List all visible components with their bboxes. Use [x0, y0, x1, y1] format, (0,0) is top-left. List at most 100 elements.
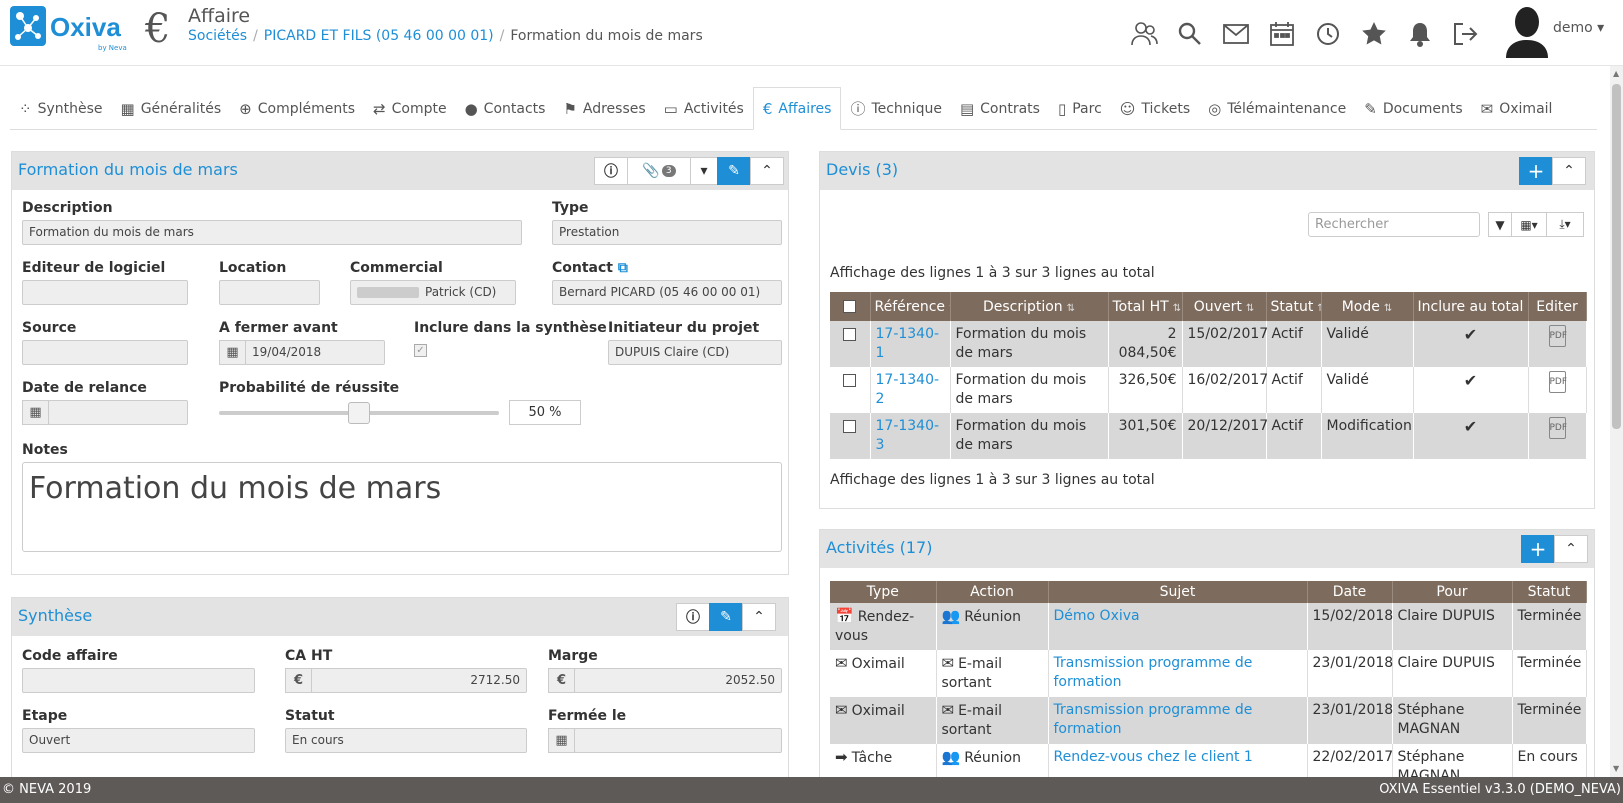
- oxiva-logo[interactable]: Oxiva by Neva: [10, 6, 132, 54]
- devis-ref-link[interactable]: 17-1340-3: [876, 418, 940, 453]
- external-link-icon[interactable]: ⧉: [618, 260, 628, 276]
- inclure-checkbox[interactable]: ✓: [414, 344, 427, 357]
- editeur-field[interactable]: [22, 280, 188, 305]
- devis-search-input[interactable]: Rechercher: [1308, 212, 1480, 237]
- collapse-button[interactable]: ⌃: [750, 157, 784, 185]
- tab-affaires[interactable]: € Affaires: [752, 87, 842, 130]
- calendar-icon[interactable]: ▦: [22, 400, 49, 425]
- statut-field[interactable]: En cours: [285, 728, 527, 753]
- calendar-icon[interactable]: ▦: [219, 340, 246, 365]
- mail-icon[interactable]: [1218, 17, 1254, 51]
- logout-icon[interactable]: [1448, 17, 1484, 51]
- marge-field[interactable]: 2052.50: [574, 668, 782, 693]
- activite-sujet-link[interactable]: Rendez-vous chez le client 1: [1054, 749, 1253, 765]
- breadcrumb-societes[interactable]: Sociétés: [188, 28, 247, 44]
- calendar-icon[interactable]: [1264, 17, 1300, 51]
- collapse-button[interactable]: ⌃: [742, 603, 776, 631]
- tab-contrats[interactable]: ▤ Contrats: [951, 87, 1049, 130]
- tab-documents[interactable]: ✎ Documents: [1355, 87, 1471, 130]
- tab-activites[interactable]: ▭ Activités: [655, 87, 753, 130]
- col-sujet[interactable]: Sujet: [1048, 581, 1308, 603]
- activite-sujet-link[interactable]: Transmission programme de formation: [1054, 702, 1253, 737]
- col-action[interactable]: Action: [936, 581, 1049, 603]
- description-field[interactable]: Formation du mois de mars: [22, 220, 522, 245]
- star-icon[interactable]: [1356, 17, 1392, 51]
- tab-compte[interactable]: ⇄ Compte: [364, 87, 456, 130]
- page-scrollbar[interactable]: ▲ ▼: [1610, 66, 1623, 777]
- commercial-field[interactable]: Patrick (CD): [350, 280, 516, 305]
- tab-contacts[interactable]: ● Contacts: [456, 87, 555, 130]
- row-checkbox[interactable]: [843, 373, 857, 387]
- ca-field[interactable]: 2712.50: [311, 668, 527, 693]
- tab-complements[interactable]: ⊕ Compléments: [230, 87, 364, 130]
- tab-adresses[interactable]: ⚑ Adresses: [554, 87, 654, 130]
- edit-button[interactable]: ✎: [709, 603, 743, 631]
- devis-ref-link[interactable]: 17-1340-2: [876, 372, 940, 407]
- fermee-field[interactable]: [574, 728, 782, 753]
- initiateur-field[interactable]: DUPUIS Claire (CD): [608, 340, 782, 365]
- columns-button[interactable]: ▦▾: [1511, 212, 1547, 237]
- scroll-down-icon[interactable]: ▼: [1613, 764, 1619, 773]
- location-field[interactable]: [219, 280, 320, 305]
- col-type[interactable]: Type: [830, 581, 937, 603]
- collapse-button[interactable]: ⌃: [1552, 157, 1586, 185]
- col-inclure[interactable]: Inclure au total: [1413, 292, 1529, 321]
- probabilite-slider[interactable]: [219, 402, 499, 424]
- info-button[interactable]: ⓘ: [676, 603, 710, 631]
- edit-button[interactable]: ✎: [717, 157, 751, 185]
- probabilite-field[interactable]: 50 %: [509, 400, 581, 425]
- row-checkbox[interactable]: [843, 327, 857, 341]
- tab-synthese[interactable]: ⁘ Synthèse: [10, 87, 112, 130]
- add-activite-button[interactable]: +: [1521, 535, 1555, 563]
- add-devis-button[interactable]: +: [1519, 157, 1553, 185]
- notes-field[interactable]: Formation du mois de mars: [22, 462, 782, 552]
- tab-generalites[interactable]: ▦ Généralités: [112, 87, 231, 130]
- col-mode[interactable]: Mode ⇅: [1321, 292, 1414, 321]
- history-icon[interactable]: [1310, 17, 1346, 51]
- scroll-up-icon[interactable]: ▲: [1613, 69, 1619, 78]
- search-icon[interactable]: [1172, 17, 1208, 51]
- collapse-button[interactable]: ⌃: [1554, 535, 1588, 563]
- col-date[interactable]: Date: [1307, 581, 1393, 603]
- tab-parc[interactable]: ▯ Parc: [1049, 87, 1111, 130]
- type-field[interactable]: Prestation: [552, 220, 782, 245]
- etape-field[interactable]: Ouvert: [22, 728, 255, 753]
- breadcrumb-company[interactable]: PICARD ET FILS (05 46 00 00 01): [264, 28, 494, 44]
- activite-sujet-link[interactable]: Transmission programme de formation: [1054, 655, 1253, 690]
- scroll-thumb[interactable]: [1612, 84, 1621, 429]
- calendar-icon[interactable]: ▦: [548, 728, 575, 753]
- code-field[interactable]: [22, 668, 255, 693]
- date-relance-field[interactable]: [48, 400, 188, 425]
- select-all-checkbox[interactable]: [843, 300, 857, 313]
- activite-sujet-link[interactable]: Démo Oxiva: [1054, 608, 1140, 624]
- tab-oximail[interactable]: ✉ Oximail: [1472, 87, 1562, 130]
- devis-ref-link[interactable]: 17-1340-1: [876, 326, 940, 361]
- fermer-avant-field[interactable]: 19/04/2018: [245, 340, 385, 365]
- pdf-icon[interactable]: PDF: [1548, 371, 1567, 393]
- col-reference[interactable]: Référence⇅: [870, 292, 951, 321]
- attachments-button[interactable]: 📎 3: [627, 157, 691, 185]
- slider-handle[interactable]: [348, 402, 370, 424]
- col-ouvert[interactable]: Ouvert ⇅: [1182, 292, 1267, 321]
- source-field[interactable]: [22, 340, 188, 365]
- attachments-dropdown[interactable]: ▾: [690, 157, 718, 185]
- col-total[interactable]: Total HT ⇅: [1108, 292, 1183, 321]
- pdf-icon[interactable]: PDF: [1548, 417, 1567, 439]
- tab-tickets[interactable]: ☺ Tickets: [1111, 87, 1199, 130]
- user-menu[interactable]: demo ▾: [1553, 20, 1604, 36]
- col-statut[interactable]: Statut⇅: [1266, 292, 1322, 321]
- pdf-icon[interactable]: PDF: [1548, 325, 1567, 347]
- row-checkbox[interactable]: [843, 419, 857, 433]
- users-icon[interactable]: [1126, 17, 1162, 51]
- info-button[interactable]: ⓘ: [594, 157, 628, 185]
- export-button[interactable]: ⤓▾: [1546, 212, 1584, 237]
- col-description[interactable]: Description ⇅: [950, 292, 1109, 321]
- col-pour[interactable]: Pour: [1392, 581, 1513, 603]
- filter-button[interactable]: ▼: [1488, 212, 1512, 237]
- avatar[interactable]: [1502, 4, 1552, 58]
- tab-technique[interactable]: ⓘ Technique: [841, 87, 951, 130]
- contact-field[interactable]: Bernard PICARD (05 46 00 00 01): [552, 280, 782, 305]
- col-statut[interactable]: Statut: [1512, 581, 1587, 603]
- bell-icon[interactable]: [1402, 17, 1438, 51]
- tab-telemaintenance[interactable]: ◎ Télémaintenance: [1199, 87, 1355, 130]
